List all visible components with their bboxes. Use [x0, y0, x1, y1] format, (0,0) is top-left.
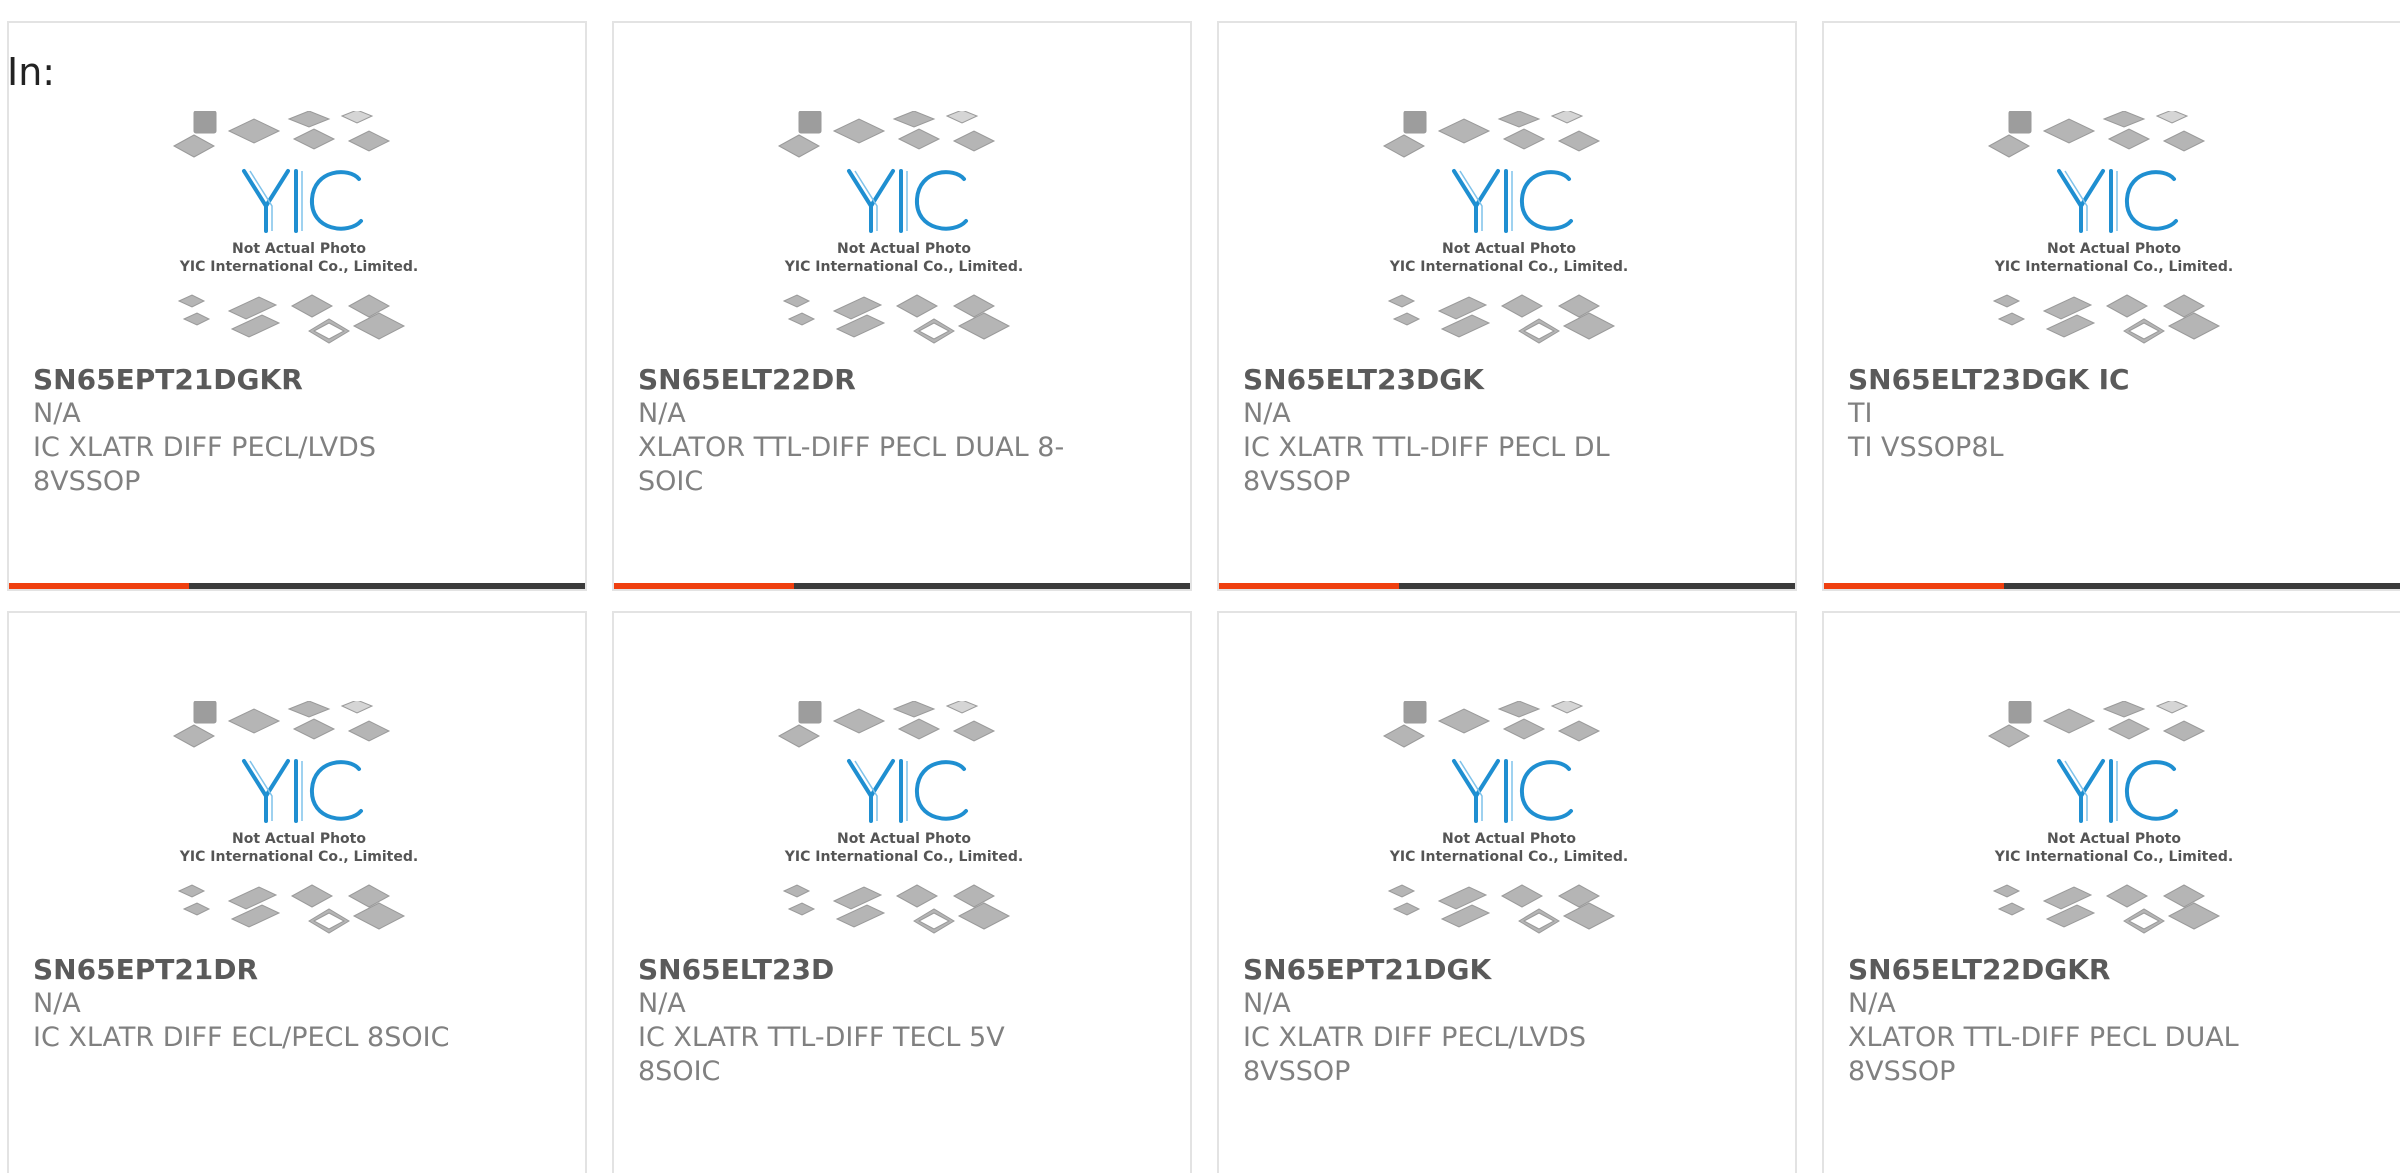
product-info: SN65ELT23D N/A IC XLATR TTL-DIFF TECL 5V… — [638, 953, 1158, 1089]
thumb-caption-1: Not Actual Photo — [837, 241, 971, 257]
filter-in-label: In: — [7, 50, 56, 94]
product-manufacturer: N/A — [1243, 988, 1291, 1019]
thumb-caption-2: YIC International Co., Limited. — [1994, 849, 2233, 865]
product-card[interactable]: Not Actual Photo YIC International Co., … — [1822, 611, 2400, 1173]
product-card[interactable]: Not Actual Photo YIC International Co., … — [612, 611, 1192, 1173]
product-part-number[interactable]: SN65EPT21DGKR — [33, 363, 553, 397]
thumb-caption-2: YIC International Co., Limited. — [1994, 259, 2233, 275]
product-thumbnail[interactable]: Not Actual Photo YIC International Co., … — [1374, 109, 1644, 361]
product-card[interactable]: Not Actual Photo YIC International Co., … — [1822, 21, 2400, 591]
card-accent-bar — [614, 583, 794, 589]
product-manufacturer: N/A — [33, 988, 81, 1019]
product-description-line1: IC XLATR TTL-DIFF TECL 5V — [638, 1022, 1005, 1053]
product-thumbnail[interactable]: Not Actual Photo YIC International Co., … — [1979, 109, 2249, 361]
product-thumbnail[interactable]: Not Actual Photo YIC International Co., … — [769, 699, 1039, 951]
product-grid: Not Actual Photo YIC International Co., … — [7, 21, 2400, 1173]
product-card[interactable]: Not Actual Photo YIC International Co., … — [1217, 611, 1797, 1173]
product-card[interactable]: Not Actual Photo YIC International Co., … — [1217, 21, 1797, 591]
product-part-number[interactable]: SN65ELT23DGK — [1243, 363, 1763, 397]
product-description-line2: 8VSSOP — [1243, 466, 1351, 497]
product-description-line2: SOIC — [638, 466, 704, 497]
product-thumbnail[interactable]: Not Actual Photo YIC International Co., … — [1979, 699, 2249, 951]
card-bottom-bar — [9, 583, 585, 589]
thumb-caption-2: YIC International Co., Limited. — [179, 259, 418, 275]
product-listing-page: In: Not Actual Photo YIC International C… — [0, 0, 2400, 1173]
product-description-line1: TI VSSOP8L — [1848, 432, 2004, 463]
card-bottom-bar — [614, 583, 1190, 589]
product-card[interactable]: Not Actual Photo YIC International Co., … — [612, 21, 1192, 591]
card-accent-bar — [9, 583, 189, 589]
product-description-line2: 8VSSOP — [33, 466, 141, 497]
thumb-caption-1: Not Actual Photo — [2047, 241, 2181, 257]
product-description-line2: 8SOIC — [638, 1056, 721, 1087]
product-manufacturer: N/A — [638, 398, 686, 429]
product-info: SN65ELT23DGK IC TI TI VSSOP8L — [1848, 363, 2368, 465]
thumb-caption-1: Not Actual Photo — [1442, 241, 1576, 257]
product-info: SN65ELT22DGKR N/A XLATOR TTL-DIFF PECL D… — [1848, 953, 2368, 1089]
thumb-caption-1: Not Actual Photo — [2047, 831, 2181, 847]
product-thumbnail[interactable]: Not Actual Photo YIC International Co., … — [164, 109, 434, 361]
product-part-number[interactable]: SN65ELT23D — [638, 953, 1158, 987]
product-info: SN65EPT21DR N/A IC XLATR DIFF ECL/PECL 8… — [33, 953, 553, 1055]
product-description-line1: IC XLATR DIFF PECL/LVDS — [1243, 1022, 1586, 1053]
product-card[interactable]: Not Actual Photo YIC International Co., … — [7, 21, 587, 591]
product-description-line1: IC XLATR DIFF ECL/PECL 8SOIC — [33, 1022, 450, 1053]
product-thumbnail[interactable]: Not Actual Photo YIC International Co., … — [769, 109, 1039, 361]
thumb-caption-1: Not Actual Photo — [232, 831, 366, 847]
thumb-caption-2: YIC International Co., Limited. — [1389, 849, 1628, 865]
product-thumbnail[interactable]: Not Actual Photo YIC International Co., … — [164, 699, 434, 951]
product-part-number[interactable]: SN65ELT22DR — [638, 363, 1158, 397]
card-bottom-bar — [1824, 583, 2400, 589]
product-part-number[interactable]: SN65EPT21DR — [33, 953, 553, 987]
product-card[interactable]: Not Actual Photo YIC International Co., … — [7, 611, 587, 1173]
product-part-number[interactable]: SN65ELT22DGKR — [1848, 953, 2368, 987]
product-manufacturer: N/A — [638, 988, 686, 1019]
product-info: SN65EPT21DGKR N/A IC XLATR DIFF PECL/LVD… — [33, 363, 553, 499]
thumb-caption-2: YIC International Co., Limited. — [1389, 259, 1628, 275]
product-manufacturer: N/A — [1848, 988, 1896, 1019]
product-description-line1: IC XLATR TTL-DIFF PECL DL — [1243, 432, 1610, 463]
product-info: SN65ELT22DR N/A XLATOR TTL-DIFF PECL DUA… — [638, 363, 1158, 499]
card-accent-bar — [1219, 583, 1399, 589]
thumb-caption-2: YIC International Co., Limited. — [784, 849, 1023, 865]
product-info: SN65ELT23DGK N/A IC XLATR TTL-DIFF PECL … — [1243, 363, 1763, 499]
thumb-caption-1: Not Actual Photo — [232, 241, 366, 257]
product-info: SN65EPT21DGK N/A IC XLATR DIFF PECL/LVDS… — [1243, 953, 1763, 1089]
product-part-number[interactable]: SN65EPT21DGK — [1243, 953, 1763, 987]
card-accent-bar — [1824, 583, 2004, 589]
product-manufacturer: TI — [1848, 398, 1873, 429]
product-description-line1: IC XLATR DIFF PECL/LVDS — [33, 432, 376, 463]
product-description-line1: XLATOR TTL-DIFF PECL DUAL 8- — [638, 432, 1065, 463]
product-description-line1: XLATOR TTL-DIFF PECL DUAL — [1848, 1022, 2239, 1053]
product-description-line2: 8VSSOP — [1848, 1056, 1956, 1087]
thumb-caption-2: YIC International Co., Limited. — [784, 259, 1023, 275]
product-thumbnail[interactable]: Not Actual Photo YIC International Co., … — [1374, 699, 1644, 951]
product-part-number[interactable]: SN65ELT23DGK IC — [1848, 363, 2368, 397]
product-description-line2: 8VSSOP — [1243, 1056, 1351, 1087]
card-bottom-bar — [1219, 583, 1795, 589]
thumb-caption-2: YIC International Co., Limited. — [179, 849, 418, 865]
thumb-caption-1: Not Actual Photo — [1442, 831, 1576, 847]
thumb-caption-1: Not Actual Photo — [837, 831, 971, 847]
product-manufacturer: N/A — [1243, 398, 1291, 429]
product-manufacturer: N/A — [33, 398, 81, 429]
